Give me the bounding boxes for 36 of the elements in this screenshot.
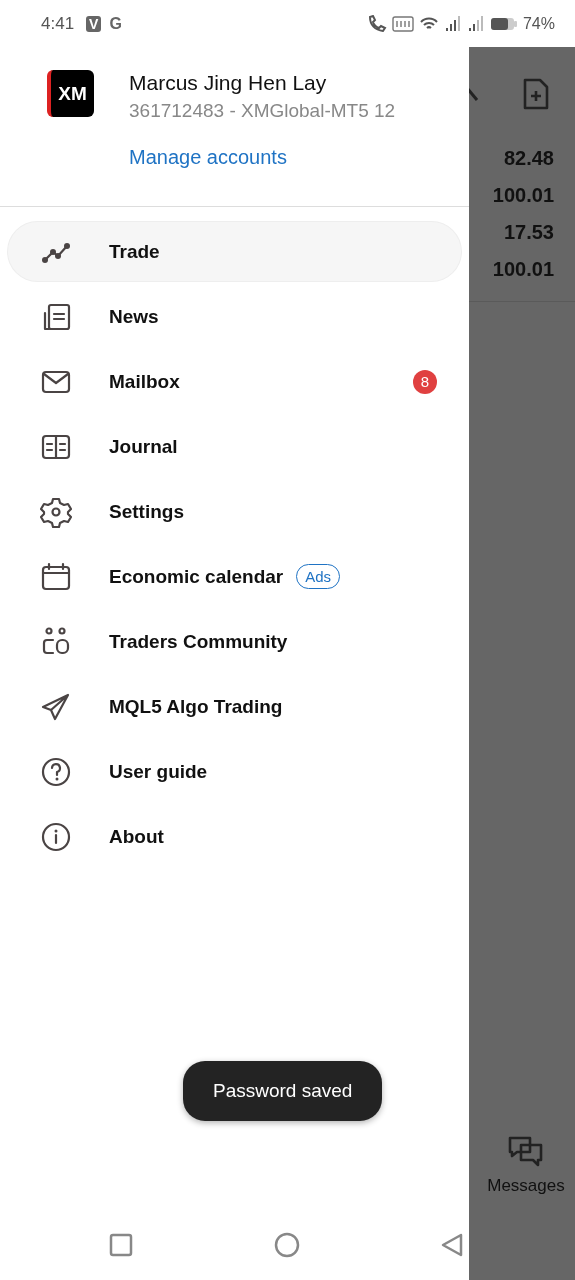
back-icon[interactable]: [439, 1232, 465, 1258]
price-value: 100.01: [492, 183, 554, 208]
menu-item[interactable]: Mailbox 8: [8, 352, 461, 411]
menu-item[interactable]: News: [8, 287, 461, 346]
battery-icon: [489, 15, 518, 32]
menu-item[interactable]: Trade: [8, 222, 461, 281]
price-value: 17.53: [503, 220, 554, 245]
settings-icon: [40, 495, 72, 528]
home-icon[interactable]: [272, 1231, 301, 1259]
menu-item[interactable]: User guide: [8, 742, 461, 801]
menu-item[interactable]: Economic calendar Ads: [8, 547, 461, 606]
notification-icon: G: [109, 14, 122, 33]
call-icon: [366, 14, 387, 33]
battery-percent: 74%: [522, 14, 555, 33]
manage-accounts-link[interactable]: Manage accounts: [129, 146, 287, 169]
new-document-icon[interactable]: [522, 77, 550, 111]
clock-time: 4:41: [41, 13, 75, 34]
price-value: 100.01: [492, 257, 554, 282]
recents-icon[interactable]: [108, 1232, 134, 1258]
info-icon: [40, 820, 72, 853]
menu-item[interactable]: Journal: [8, 417, 461, 476]
menu-item[interactable]: Traders Community: [8, 612, 461, 671]
account-number: 361712483 - XMGlobal-MT5 12: [129, 100, 396, 122]
help-icon: [40, 755, 72, 788]
menu-item[interactable]: Settings: [8, 482, 461, 541]
account-name: Marcus Jing Hen Lay: [129, 71, 328, 95]
unread-count: 8: [413, 369, 437, 394]
toast-message: Password saved: [183, 1061, 383, 1121]
notification-icon: V: [86, 15, 102, 32]
menu-item[interactable]: MQL5 Algo Trading: [8, 677, 461, 736]
menu-item[interactable]: About: [8, 807, 461, 866]
signal-icon: [443, 14, 462, 33]
price-value: 82.48: [503, 146, 554, 171]
calendar-icon: [40, 560, 72, 593]
app-logo: XM: [47, 70, 94, 117]
signal-icon: [466, 14, 485, 33]
